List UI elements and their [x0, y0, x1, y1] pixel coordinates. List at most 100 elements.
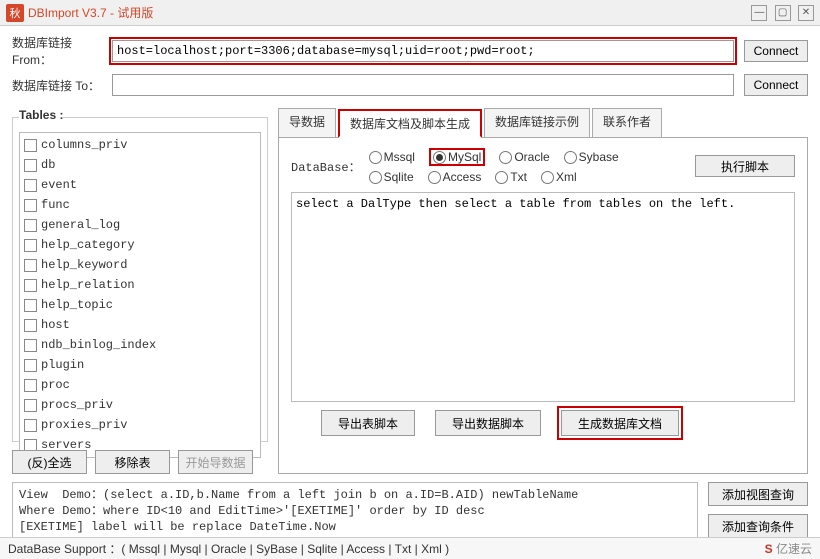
radio-icon — [495, 171, 508, 184]
table-item[interactable]: help_category — [20, 235, 260, 255]
tables-fieldset: Tables : columns_privdb event func general_… — [12, 108, 268, 442]
table-name: help_keyword — [41, 258, 127, 272]
db-option-label: Sybase — [579, 150, 619, 164]
checkbox-icon[interactable] — [24, 199, 37, 212]
checkbox-icon[interactable] — [24, 139, 37, 152]
table-name: event — [41, 178, 77, 192]
sql-textarea[interactable] — [291, 192, 795, 402]
remove-table-button[interactable]: 移除表 — [95, 450, 170, 474]
db-option-xml[interactable]: Xml — [541, 170, 577, 184]
table-name: proc — [41, 378, 70, 392]
checkbox-icon[interactable] — [24, 299, 37, 312]
db-option-label: Oracle — [514, 150, 549, 164]
checkbox-icon[interactable] — [24, 419, 37, 432]
start-import-button[interactable]: 开始导数据 — [178, 450, 253, 474]
conn-to-input[interactable] — [112, 74, 734, 96]
table-item[interactable]: help_keyword — [20, 255, 260, 275]
conn-from-input[interactable] — [112, 40, 734, 62]
db-option-label: Xml — [556, 170, 577, 184]
tab-1[interactable]: 数据库文档及脚本生成 — [338, 109, 482, 138]
checkbox-icon[interactable] — [24, 379, 37, 392]
table-item[interactable]: plugin — [20, 355, 260, 375]
table-name: db — [41, 158, 55, 172]
radio-icon — [428, 171, 441, 184]
export-data-script-button[interactable]: 导出数据脚本 — [435, 410, 541, 436]
generate-db-doc-button[interactable]: 生成数据库文档 — [561, 410, 679, 436]
table-name: ndb_binlog_index — [41, 338, 156, 352]
radio-icon — [433, 151, 446, 164]
execute-script-button[interactable]: 执行脚本 — [695, 155, 795, 177]
db-option-mssql[interactable]: Mssql — [369, 150, 415, 164]
radio-icon — [564, 151, 577, 164]
checkbox-icon[interactable] — [24, 399, 37, 412]
title-bar: 秋 DBImport V3.7 - 试用版 — ▢ ✕ — [0, 0, 820, 26]
toggle-all-button[interactable]: (反)全选 — [12, 450, 87, 474]
table-item[interactable]: host — [20, 315, 260, 335]
conn-to-label: 数据库链接 To： — [12, 77, 112, 94]
db-option-sybase[interactable]: Sybase — [564, 150, 619, 164]
checkbox-icon[interactable] — [24, 259, 37, 272]
table-item[interactable]: event — [20, 175, 260, 195]
conn-from-label: 数据库链接 From： — [12, 34, 112, 68]
db-option-label: Sqlite — [384, 170, 414, 184]
db-option-mysql[interactable]: MySql — [429, 148, 485, 166]
table-name: procs_priv — [41, 398, 113, 412]
checkbox-icon[interactable] — [24, 239, 37, 252]
minimize-button[interactable]: — — [751, 5, 767, 21]
radio-icon — [369, 151, 382, 164]
db-option-label: Txt — [510, 170, 527, 184]
tabs: 导数据数据库文档及脚本生成数据库链接示例联系作者 — [278, 108, 808, 138]
db-option-txt[interactable]: Txt — [495, 170, 527, 184]
tab-2[interactable]: 数据库链接示例 — [484, 108, 590, 137]
table-name: host — [41, 318, 70, 332]
table-name: plugin — [41, 358, 84, 372]
connect-to-button[interactable]: Connect — [744, 74, 808, 96]
db-option-access[interactable]: Access — [428, 170, 482, 184]
checkbox-icon[interactable] — [24, 319, 37, 332]
table-item[interactable]: procs_priv — [20, 395, 260, 415]
status-bar: DataBase Support ：( Mssql | Mysql | Orac… — [0, 537, 820, 559]
checkbox-icon[interactable] — [24, 219, 37, 232]
database-label: DataBase： — [291, 158, 361, 175]
table-item[interactable]: columns_priv — [20, 135, 260, 155]
table-item[interactable]: func — [20, 195, 260, 215]
checkbox-icon[interactable] — [24, 179, 37, 192]
checkbox-icon[interactable] — [24, 159, 37, 172]
radio-icon — [541, 171, 554, 184]
tables-listbox[interactable]: columns_privdb event func general_log help_c… — [19, 132, 261, 458]
db-option-label: Mssql — [384, 150, 415, 164]
table-name: columns_priv — [41, 138, 127, 152]
table-item[interactable]: help_relation — [20, 275, 260, 295]
connect-from-button[interactable]: Connect — [744, 40, 808, 62]
table-name: func — [41, 198, 70, 212]
table-item[interactable]: ndb_binlog_index — [20, 335, 260, 355]
checkbox-icon[interactable] — [24, 359, 37, 372]
tab-0[interactable]: 导数据 — [278, 108, 336, 137]
table-name: help_topic — [41, 298, 113, 312]
add-view-query-button[interactable]: 添加视图查询 — [708, 482, 808, 506]
window-title: DBImport V3.7 - 试用版 — [28, 4, 747, 21]
table-name: proxies_priv — [41, 418, 127, 432]
checkbox-icon[interactable] — [24, 279, 37, 292]
db-option-oracle[interactable]: Oracle — [499, 150, 549, 164]
checkbox-icon[interactable] — [24, 339, 37, 352]
add-where-condition-button[interactable]: 添加查询条件 — [708, 514, 808, 538]
table-item[interactable]: proc — [20, 375, 260, 395]
table-name: help_relation — [41, 278, 135, 292]
db-option-label: MySql — [448, 150, 481, 164]
table-item[interactable]: proxies_priv — [20, 415, 260, 435]
demo-textbox[interactable]: View Demo：(select a.ID,b.Name from a lef… — [12, 482, 698, 544]
maximize-button[interactable]: ▢ — [775, 5, 791, 21]
table-item[interactable]: db — [20, 155, 260, 175]
tab-3[interactable]: 联系作者 — [592, 108, 662, 137]
table-item[interactable]: help_topic — [20, 295, 260, 315]
close-button[interactable]: ✕ — [798, 5, 814, 21]
table-name: help_category — [41, 238, 135, 252]
db-option-label: Access — [443, 170, 482, 184]
tables-legend: Tables : — [19, 108, 63, 126]
db-option-sqlite[interactable]: Sqlite — [369, 170, 414, 184]
radio-icon — [369, 171, 382, 184]
export-table-script-button[interactable]: 导出表脚本 — [321, 410, 415, 436]
table-item[interactable]: general_log — [20, 215, 260, 235]
radio-icon — [499, 151, 512, 164]
